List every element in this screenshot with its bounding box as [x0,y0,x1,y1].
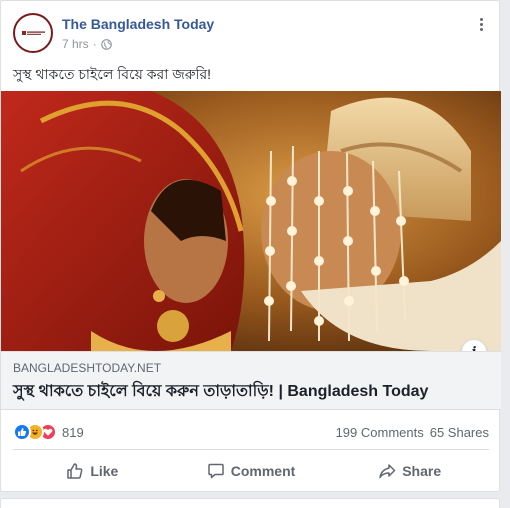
page-avatar[interactable] [13,13,53,53]
post-message: সুস্থ থাকতে চাইলে বিয়ে করা জরুরি! [13,66,212,82]
more-options-icon[interactable] [473,15,489,33]
comment-button-label: Comment [230,463,296,479]
bangladesh-today-logo-icon [17,17,49,49]
link-preview-box[interactable]: BANGLADESHTODAY.NET সুস্থ থাকতে চাইলে বি… [1,351,501,410]
shares-count-link[interactable]: 65 Shares [430,425,489,440]
share-button[interactable]: Share [330,453,489,489]
comment-bubble-icon [207,463,224,479]
page-name-link[interactable]: The Bangladesh Today [62,16,214,32]
thumbs-up-icon [67,463,83,479]
post-timestamp[interactable]: 7 hrs [62,37,89,51]
like-button-label: Like [90,463,119,479]
like-icon [13,423,31,441]
share-arrow-icon [379,464,396,479]
post-stats: 819 199 Comments 65 Shares [13,421,489,443]
comment-button[interactable]: Comment [172,453,331,489]
link-title[interactable]: সুস্থ থাকতে চাইলে বিয়ে করুন তাড়াতাড়ি!… [13,378,428,405]
link-domain: BANGLADESHTODAY.NET [13,361,162,375]
next-post-card [0,498,500,508]
post-header: The Bangladesh Today 7 hrs · [13,13,489,55]
post-card: The Bangladesh Today 7 hrs · সুস্থ থাকতে… [0,0,501,492]
comments-count-link[interactable]: 199 Comments [336,425,424,440]
post-meta: 7 hrs · [62,37,112,51]
link-preview-image[interactable] [1,91,501,351]
like-button[interactable]: Like [13,453,172,489]
meta-separator: · [92,37,97,51]
action-bar: Like Comment Share [13,453,489,489]
reaction-count[interactable]: 819 [62,425,84,440]
globe-icon[interactable] [100,38,112,50]
reactions-summary[interactable]: 819 [13,423,84,441]
share-button-label: Share [402,463,442,479]
engagement-counts: 199 Comments 65 Shares [336,425,489,440]
wedding-photo [1,91,501,351]
actions-divider [13,449,489,450]
